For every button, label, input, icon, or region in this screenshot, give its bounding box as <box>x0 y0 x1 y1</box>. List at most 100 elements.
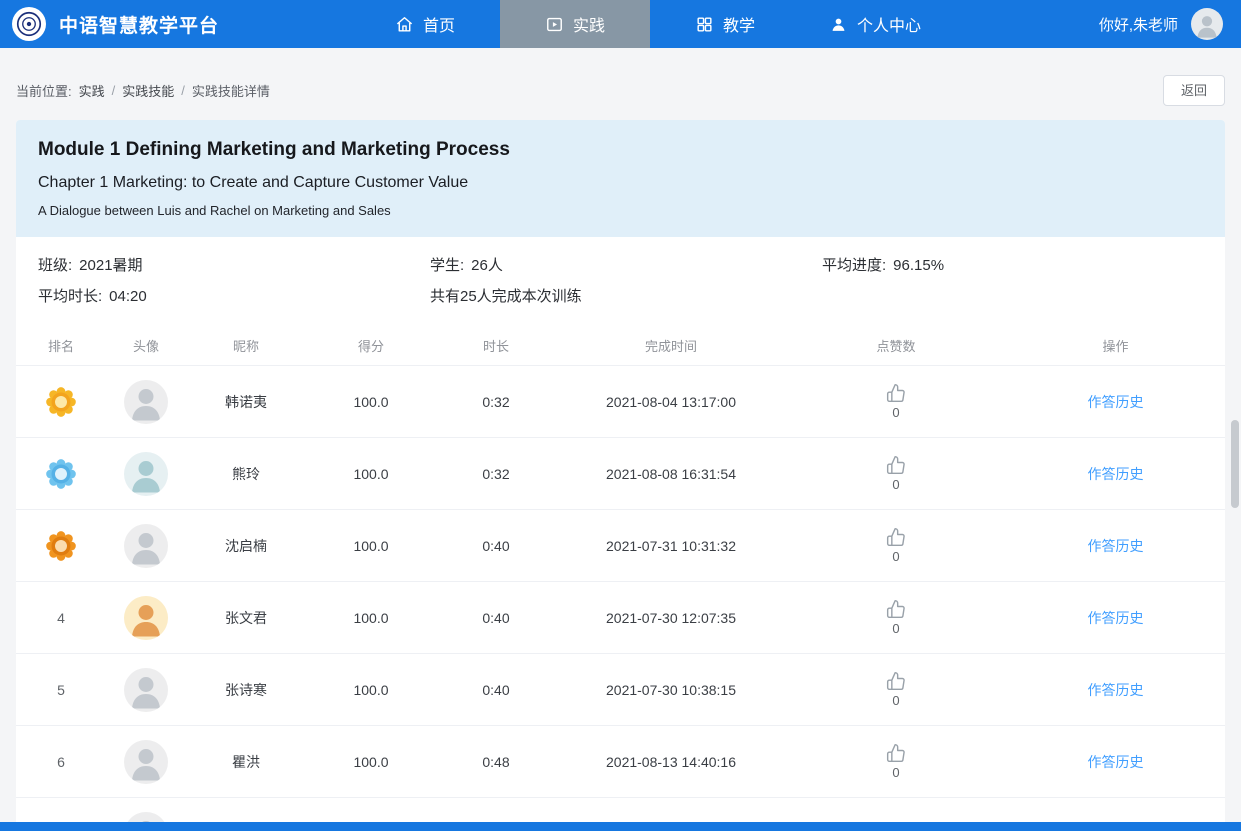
stat-progress-label: 平均进度: <box>822 257 886 274</box>
finish-time-value: 2021-07-30 12:07:35 <box>556 610 786 626</box>
nav-item-practice[interactable]: 实践 <box>500 0 650 48</box>
rank-number: 4 <box>16 610 106 626</box>
header-duration: 时长 <box>436 336 556 355</box>
nav-item-teaching[interactable]: 教学 <box>650 0 800 48</box>
answer-history-link[interactable]: 作答历史 <box>1088 536 1144 556</box>
nav-label-practice: 实践 <box>573 12 605 36</box>
table-row: 韩诺夷 100.0 0:32 2021-08-04 13:17:00 0 作答历… <box>16 366 1225 438</box>
student-name: 张诗寒 <box>186 680 306 700</box>
finish-time-value: 2021-07-31 10:31:32 <box>556 538 786 554</box>
rank-silver-medal-icon <box>42 455 80 493</box>
rank-bronze-medal-icon <box>42 527 80 565</box>
header-avatar: 头像 <box>106 336 186 355</box>
thumbs-up-icon[interactable] <box>886 383 906 403</box>
platform-title: 中语智慧教学平台 <box>59 11 219 38</box>
thumbs-up-icon[interactable] <box>886 743 906 763</box>
answer-history-link[interactable]: 作答历史 <box>1088 752 1144 772</box>
rank-gold-medal-icon <box>42 383 80 421</box>
stat-progress-value: 96.15% <box>893 257 944 274</box>
breadcrumb-separator: / <box>112 83 116 98</box>
header-likes: 点赞数 <box>786 336 1006 355</box>
user-greeting: 你好,朱老师 <box>1099 14 1178 35</box>
exercise-description: A Dialogue between Luis and Rachel on Ma… <box>38 202 1203 220</box>
avatar <box>124 380 168 424</box>
stat-class-value: 2021暑期 <box>79 257 142 274</box>
table-row: 沈启楠 100.0 0:40 2021-07-31 10:31:32 0 作答历… <box>16 510 1225 582</box>
nav-label-home: 首页 <box>423 12 455 36</box>
score-value: 100.0 <box>306 466 436 482</box>
rank-number: 5 <box>16 682 106 698</box>
likes-count: 0 <box>892 549 899 564</box>
answer-history-link[interactable]: 作答历史 <box>1088 464 1144 484</box>
stat-students: 学生:26人 <box>430 255 822 277</box>
avatar-photo <box>124 452 168 496</box>
avatar <box>124 668 168 712</box>
duration-value: 0:32 <box>436 466 556 482</box>
breadcrumb-item-practice[interactable]: 实践 <box>79 81 105 100</box>
stat-class-label: 班级: <box>38 257 72 274</box>
student-name: 张文君 <box>186 608 306 628</box>
header-nickname: 昵称 <box>186 336 306 355</box>
home-icon <box>395 15 414 34</box>
table-header-row: 排名 头像 昵称 得分 时长 完成时间 点赞数 操作 <box>16 326 1225 366</box>
topbar: 中语智慧教学平台 首页 实践 <box>0 0 1241 48</box>
thumbs-up-icon[interactable] <box>886 599 906 619</box>
thumbs-up-icon[interactable] <box>886 527 906 547</box>
stat-progress: 平均进度: 96.15% <box>822 255 1203 277</box>
score-value: 100.0 <box>306 754 436 770</box>
duration-value: 0:48 <box>436 754 556 770</box>
student-name: 韩诺夷 <box>186 392 306 412</box>
score-value: 100.0 <box>306 610 436 626</box>
grid-icon <box>695 15 714 34</box>
nav-item-profile[interactable]: 个人中心 <box>800 0 950 48</box>
rank-number: 6 <box>16 754 106 770</box>
duration-value: 0:40 <box>436 610 556 626</box>
likes-count: 0 <box>892 693 899 708</box>
stat-students-value: 26人 <box>471 257 503 274</box>
breadcrumb-prefix: 当前位置: <box>16 81 72 100</box>
avatar <box>124 524 168 568</box>
duration-value: 0:40 <box>436 682 556 698</box>
stat-completed: 共有25人完成本次训练 <box>430 286 822 308</box>
avatar-photo <box>124 596 168 640</box>
answer-history-link[interactable]: 作答历史 <box>1088 608 1144 628</box>
stat-class: 班级: 2021暑期 <box>38 255 430 277</box>
university-logo-icon <box>12 7 46 41</box>
score-value: 100.0 <box>306 538 436 554</box>
table-row: 5 张诗寒 100.0 0:40 2021-07-30 10:38:15 0 作… <box>16 654 1225 726</box>
stat-avg-time-label: 平均时长: <box>38 288 102 305</box>
student-name: 沈启楠 <box>186 536 306 556</box>
practice-video-icon <box>545 15 564 34</box>
stat-avg-time: 平均时长:04:20 <box>38 286 430 308</box>
main-nav: 首页 实践 教学 <box>350 0 950 48</box>
nav-label-profile: 个人中心 <box>857 12 921 36</box>
breadcrumb-item-skill[interactable]: 实践技能 <box>122 81 174 100</box>
vertical-scrollbar-thumb[interactable] <box>1231 420 1239 508</box>
thumbs-up-icon[interactable] <box>886 455 906 475</box>
finish-time-value: 2021-08-08 16:31:54 <box>556 466 786 482</box>
header-score: 得分 <box>306 336 436 355</box>
breadcrumb-row: 当前位置: 实践 / 实践技能 / 实践技能详情 返回 <box>16 74 1225 106</box>
breadcrumb-item-detail: 实践技能详情 <box>192 81 270 100</box>
back-button[interactable]: 返回 <box>1163 75 1225 106</box>
header-finish-time: 完成时间 <box>556 336 786 355</box>
nav-item-home[interactable]: 首页 <box>350 0 500 48</box>
header-rank: 排名 <box>16 336 106 355</box>
answer-history-link[interactable]: 作答历史 <box>1088 680 1144 700</box>
thumbs-up-icon[interactable] <box>886 671 906 691</box>
module-header: Module 1 Defining Marketing and Marketin… <box>16 120 1225 237</box>
finish-time-value: 2021-08-04 13:17:00 <box>556 394 786 410</box>
breadcrumb: 当前位置: 实践 / 实践技能 / 实践技能详情 <box>16 81 270 100</box>
module-title: Module 1 Defining Marketing and Marketin… <box>38 137 1203 163</box>
answer-history-link[interactable]: 作答历史 <box>1088 392 1144 412</box>
content-card: Module 1 Defining Marketing and Marketin… <box>16 120 1225 831</box>
table-row: 4 张文君 100.0 0:40 2021-07-30 12:07:35 0 作… <box>16 582 1225 654</box>
likes-count: 0 <box>892 477 899 492</box>
user-avatar[interactable] <box>1191 8 1223 40</box>
likes-count: 0 <box>892 621 899 636</box>
duration-value: 0:32 <box>436 394 556 410</box>
student-name: 熊玲 <box>186 464 306 484</box>
stats-panel: 班级:2021暑期 学生:26人 平均进度:96.15% 平均时长:04:20 … <box>16 237 1225 326</box>
footer-bar <box>0 822 1241 831</box>
finish-time-value: 2021-07-30 10:38:15 <box>556 682 786 698</box>
